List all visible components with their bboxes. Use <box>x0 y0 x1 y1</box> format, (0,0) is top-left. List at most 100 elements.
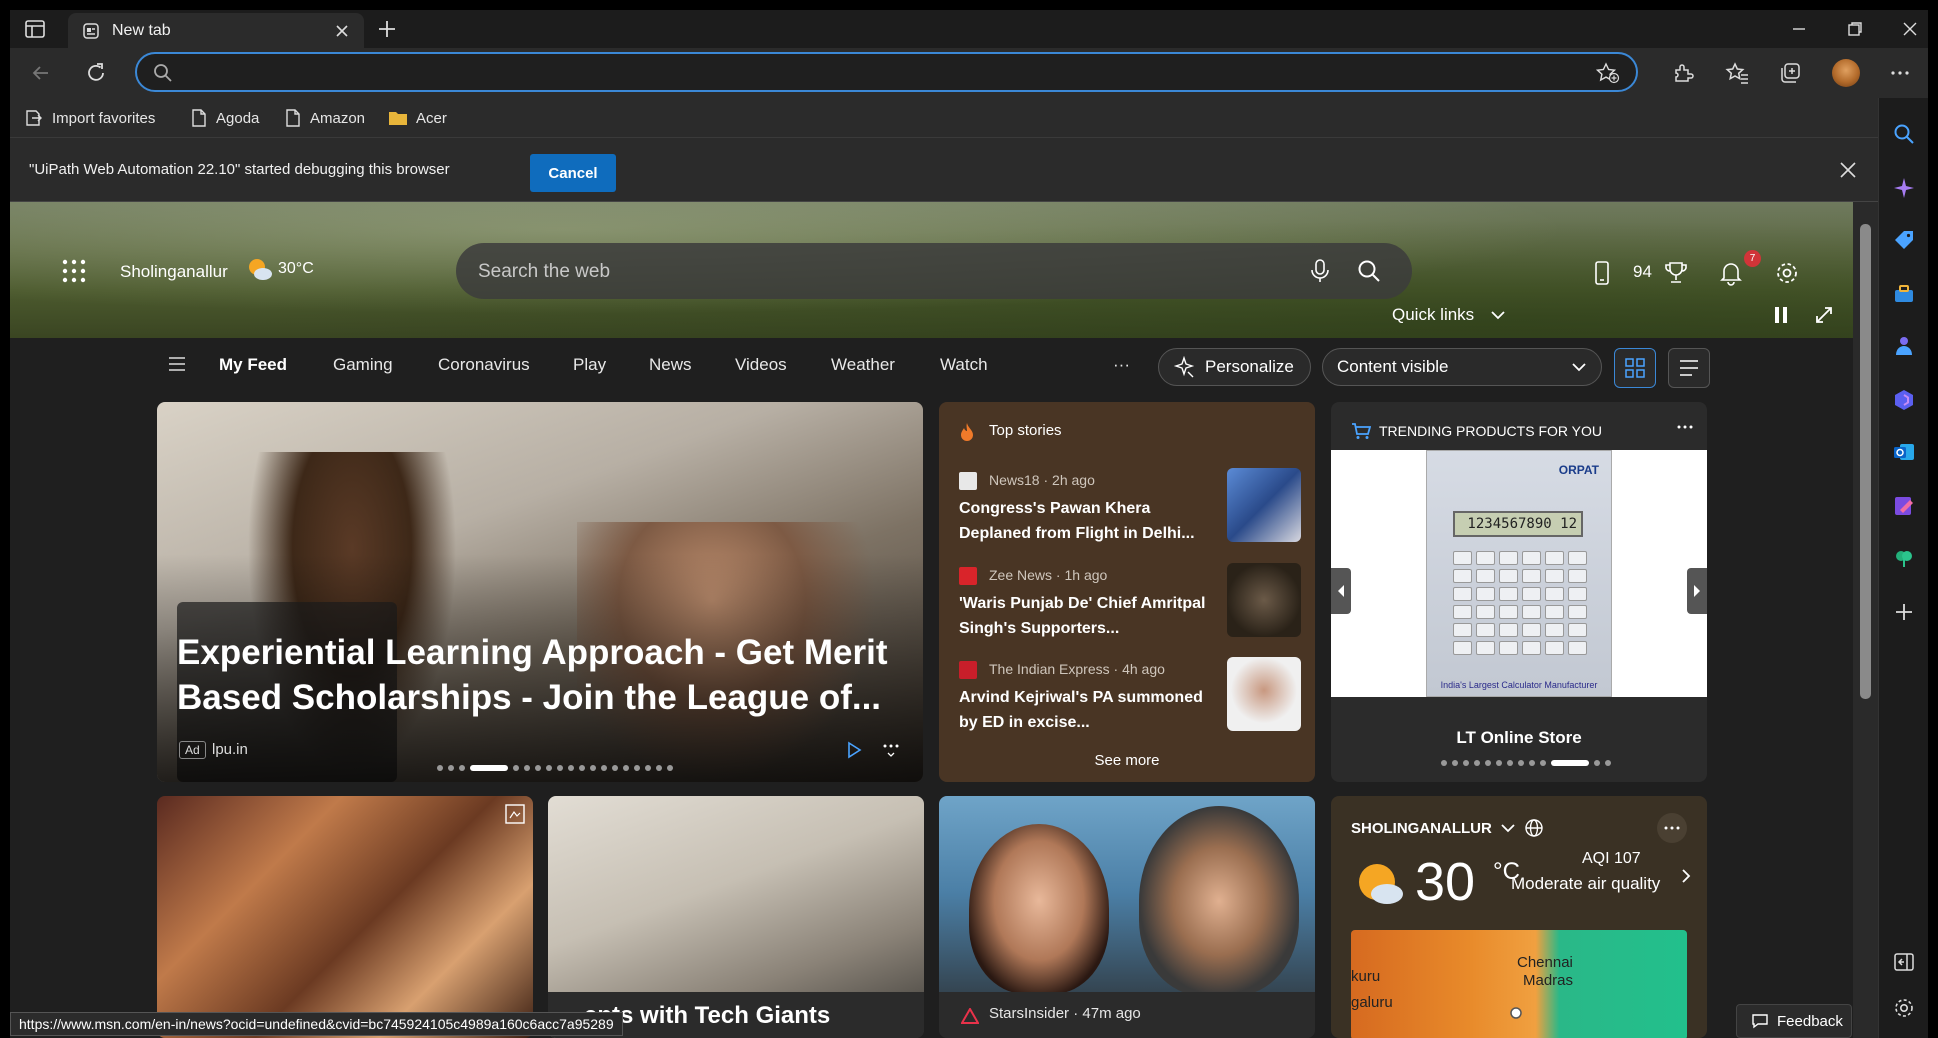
carousel-prev-button[interactable] <box>1331 568 1351 614</box>
drop-icon[interactable] <box>1892 546 1916 570</box>
carousel-dot[interactable] <box>448 765 454 771</box>
carousel-dot[interactable] <box>1529 760 1535 766</box>
carousel-dot[interactable] <box>568 765 574 771</box>
restore-icon[interactable] <box>1844 18 1866 40</box>
favorites-icon[interactable] <box>1724 60 1750 86</box>
gear-icon[interactable] <box>1774 260 1800 286</box>
carousel-dot[interactable] <box>1441 760 1447 766</box>
rewards-points[interactable]: 94 <box>1633 262 1652 282</box>
carousel-indicator[interactable] <box>437 765 673 771</box>
hide-sidebar-icon[interactable] <box>1892 950 1916 974</box>
weather-map[interactable]: Chennai Madras galuru kuru <box>1351 930 1687 1038</box>
story-item[interactable]: News18 · 2h ago Congress's Pawan Khera D… <box>959 468 1301 546</box>
page-scrollbar[interactable] <box>1853 202 1878 1038</box>
weather-card[interactable]: SHOLINGANALLUR 30 °C AQI 107 Moderate ai… <box>1331 796 1707 1038</box>
article-card-starsinsider[interactable]: StarsInsider · 47m ago <box>939 796 1315 1038</box>
refresh-icon[interactable] <box>83 60 109 86</box>
extensions-icon[interactable] <box>1670 60 1696 86</box>
article-card-tech[interactable]: ...ents with Tech Giants <box>548 796 924 1038</box>
favorites-item-agoda[interactable]: Agoda <box>190 107 259 129</box>
carousel-dot[interactable] <box>557 765 563 771</box>
apps-grid-icon[interactable] <box>62 259 86 283</box>
feed-tab-videos[interactable]: Videos <box>735 355 787 375</box>
feed-tab-watch[interactable]: Watch <box>940 355 988 375</box>
minimize-icon[interactable] <box>1788 18 1810 40</box>
bell-icon[interactable] <box>1718 260 1744 286</box>
expand-icon[interactable] <box>1814 305 1834 325</box>
carousel-dot[interactable] <box>579 765 585 771</box>
content-visibility-select[interactable]: Content visible <box>1322 348 1602 386</box>
carousel-dot[interactable] <box>1551 760 1589 766</box>
close-tab-icon[interactable] <box>332 21 352 41</box>
designer-icon[interactable] <box>1892 494 1916 518</box>
search-icon[interactable] <box>1356 258 1382 284</box>
product-image[interactable]: ORPAT 1234567890 12 India's Largest Calc… <box>1331 450 1707 697</box>
carousel-dot[interactable] <box>546 765 552 771</box>
carousel-dot[interactable] <box>667 765 673 771</box>
feed-tab-play[interactable]: Play <box>573 355 606 375</box>
rewards-trophy-icon[interactable] <box>1663 260 1689 286</box>
carousel-dot[interactable] <box>1463 760 1469 766</box>
search-icon[interactable] <box>1892 122 1916 146</box>
tab-actions-icon[interactable] <box>24 19 46 39</box>
carousel-indicator[interactable] <box>1441 760 1611 766</box>
ad-play-icon[interactable] <box>845 741 863 759</box>
favorites-item-import[interactable]: Import favorites <box>24 107 155 129</box>
weather-location-select[interactable]: SHOLINGANALLUR <box>1351 818 1544 838</box>
carousel-dot[interactable] <box>535 765 541 771</box>
add-favorite-icon[interactable] <box>1596 62 1620 84</box>
article-card-wedding[interactable] <box>157 796 533 1038</box>
scrollbar-thumb[interactable] <box>1860 224 1871 699</box>
gear-icon[interactable] <box>1892 996 1916 1020</box>
story-title[interactable]: Arvind Kejriwal's PA summoned by ED in e… <box>959 685 1219 735</box>
carousel-dot[interactable] <box>1518 760 1524 766</box>
carousel-dot[interactable] <box>1605 760 1611 766</box>
microsoft365-icon[interactable] <box>1892 388 1916 412</box>
games-icon[interactable] <box>1892 334 1916 358</box>
carousel-dot[interactable] <box>1540 760 1546 766</box>
address-bar[interactable] <box>135 52 1638 92</box>
cancel-button[interactable]: Cancel <box>530 154 616 192</box>
add-icon[interactable] <box>1892 600 1916 624</box>
carousel-next-button[interactable] <box>1687 568 1707 614</box>
carousel-dot[interactable] <box>645 765 651 771</box>
carousel-dot[interactable] <box>1507 760 1513 766</box>
feedback-button[interactable]: Feedback <box>1736 1004 1852 1038</box>
carousel-dot[interactable] <box>601 765 607 771</box>
tab-new-tab[interactable]: New tab <box>68 13 364 48</box>
carousel-dot[interactable] <box>459 765 465 771</box>
back-icon[interactable] <box>28 60 54 86</box>
carousel-dot[interactable] <box>1474 760 1480 766</box>
new-tab-button[interactable] <box>376 18 398 40</box>
weather-widget[interactable]: 30°C <box>246 256 314 282</box>
collections-icon[interactable] <box>1777 60 1803 86</box>
personalize-button[interactable]: Personalize <box>1158 348 1311 386</box>
feed-tab-gaming[interactable]: Gaming <box>333 355 393 375</box>
hamburger-menu-icon[interactable] <box>168 356 186 372</box>
carousel-dot[interactable] <box>1496 760 1502 766</box>
trending-products-card[interactable]: TRENDING PRODUCTS FOR YOU ORPAT 12345678… <box>1331 402 1707 782</box>
favorites-item-amazon[interactable]: Amazon <box>284 107 365 129</box>
carousel-dot[interactable] <box>1452 760 1458 766</box>
microphone-icon[interactable] <box>1308 258 1332 284</box>
story-item[interactable]: Zee News · 1h ago 'Waris Punjab De' Chie… <box>959 563 1301 641</box>
grid-view-button[interactable] <box>1614 348 1656 388</box>
feed-tab-coronavirus[interactable]: Coronavirus <box>438 355 530 375</box>
story-title[interactable]: Congress's Pawan Khera Deplaned from Fli… <box>959 496 1219 546</box>
settings-more-icon[interactable] <box>1887 60 1913 86</box>
carousel-dot[interactable] <box>1485 760 1491 766</box>
feed-tab-news[interactable]: News <box>649 355 692 375</box>
shopping-tag-icon[interactable] <box>1892 228 1916 252</box>
close-icon[interactable] <box>1838 160 1858 180</box>
featured-article-card[interactable]: Experiential Learning Approach - Get Mer… <box>157 402 923 782</box>
globe-icon[interactable] <box>1524 818 1544 838</box>
story-item[interactable]: The Indian Express · 4h ago Arvind Kejri… <box>959 657 1301 735</box>
web-search-box[interactable]: Search the web <box>456 243 1412 299</box>
carousel-dot[interactable] <box>590 765 596 771</box>
story-title[interactable]: 'Waris Punjab De' Chief Amritpal Singh's… <box>959 591 1219 641</box>
more-options-icon[interactable] <box>882 738 900 758</box>
list-view-button[interactable] <box>1668 348 1710 388</box>
carousel-dot[interactable] <box>524 765 530 771</box>
feed-tab-weather[interactable]: Weather <box>831 355 895 375</box>
more-options-button[interactable] <box>1657 813 1687 843</box>
